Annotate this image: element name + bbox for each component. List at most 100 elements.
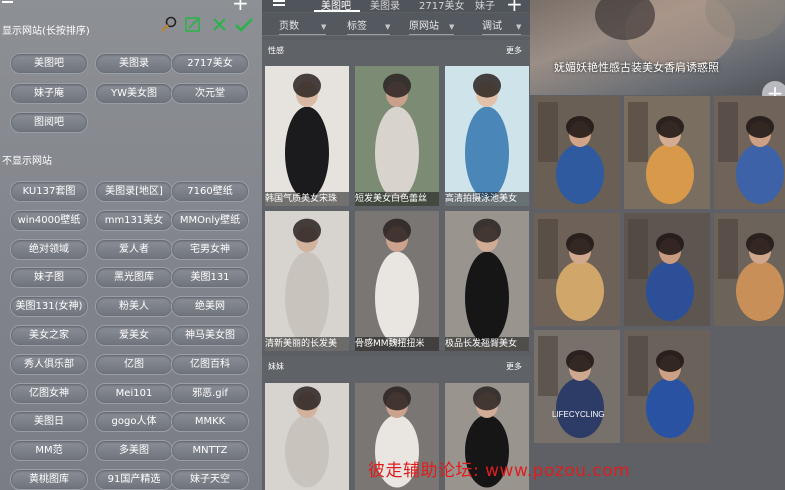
cover-photo: 妩媚妖艳性感古装美女香肩诱惑照	[530, 0, 785, 95]
photo-image	[534, 96, 620, 209]
site-button[interactable]: 绝对领域	[10, 238, 88, 260]
gallery-photo[interactable]	[714, 213, 785, 326]
thumbnail-image	[445, 66, 529, 206]
hidden-sites-title: 不显示网站	[2, 156, 52, 167]
photo-image	[534, 213, 620, 326]
filter-tag[interactable]: 标签 ▼	[347, 17, 391, 35]
site-button[interactable]: 美图日	[10, 411, 88, 433]
photo-image	[714, 213, 785, 326]
site-button[interactable]: gogo人体	[95, 411, 173, 433]
site-button[interactable]: YW美女图	[95, 83, 173, 104]
site-button[interactable]: 次元堂	[171, 83, 249, 104]
gallery-photo[interactable]: LIFECYCLING	[534, 330, 620, 443]
site-button[interactable]: 爱美女	[95, 325, 173, 346]
tab-meizi[interactable]: 妹子	[475, 0, 495, 12]
more-link[interactable]: 更多	[506, 361, 522, 372]
thumbnail-caption: 清新美丽的长发美	[265, 337, 349, 351]
card-title: 性感	[268, 46, 284, 55]
dropdown-icon: ▼	[449, 23, 455, 31]
site-button[interactable]: 亿图	[95, 353, 173, 375]
gallery-photo[interactable]	[534, 213, 620, 326]
site-button[interactable]: 妹子庵	[10, 83, 88, 104]
site-button[interactable]: MMKK	[171, 411, 249, 433]
site-button[interactable]: 2717美女	[171, 53, 249, 74]
gallery-photo[interactable]	[534, 96, 620, 209]
thumbnail-caption: 极品长发翘臀美女	[445, 337, 529, 351]
site-button[interactable]: 黑光图库	[95, 267, 173, 289]
gallery-detail-panel: 妩媚妖艳性感古装美女香肩诱惑照 + LIFECYCLING	[530, 0, 785, 490]
tab-meitulu[interactable]: 美图录	[370, 0, 400, 12]
filter-page[interactable]: 页数 ▼	[279, 17, 327, 35]
site-button[interactable]: 7160壁纸	[171, 181, 249, 202]
watermark: 彼走辅助论坛: www.pozou.com	[368, 461, 631, 481]
site-button[interactable]: KU137套图	[10, 181, 88, 202]
more-link[interactable]: 更多	[506, 45, 522, 56]
gallery-thumbnail[interactable]: 清新美丽的长发美	[265, 211, 349, 351]
site-button[interactable]: MM范	[10, 440, 88, 462]
gallery-photo[interactable]	[624, 213, 710, 326]
site-button[interactable]: 91国产精选	[95, 469, 173, 490]
site-button[interactable]: 妹子天空	[171, 469, 249, 490]
site-button[interactable]: 多美图	[95, 440, 173, 462]
tab-bar: 美图吧 美图录 2717美女 妹子 +	[262, 0, 530, 16]
site-button[interactable]: MNTTZ	[171, 440, 249, 462]
plus-icon[interactable]: +	[232, 0, 249, 15]
gallery-thumbnail[interactable]	[265, 383, 349, 490]
gallery-thumbnail[interactable]: 短发美女白色蕾丝	[355, 66, 439, 206]
site-button[interactable]: 美女之家	[10, 325, 88, 346]
photo-image	[624, 96, 710, 209]
site-button[interactable]: 粉美人	[95, 296, 173, 318]
site-button[interactable]: MMOnly壁纸	[171, 209, 249, 231]
site-button[interactable]: Mei101	[95, 382, 173, 404]
site-button[interactable]: 亿图女神	[10, 382, 88, 404]
close-icon[interactable]	[212, 16, 228, 34]
check-icon[interactable]	[234, 16, 254, 34]
gallery-title: 妩媚妖艳性感古装美女香肩诱惑照	[554, 61, 719, 74]
site-button[interactable]: win4000壁纸	[10, 209, 88, 231]
site-button[interactable]: 美图131(女神)	[10, 296, 88, 318]
photo-image	[534, 330, 620, 443]
hamburger-icon[interactable]	[2, 0, 13, 5]
thumbnail-image	[265, 383, 349, 490]
gallery-photo[interactable]	[624, 96, 710, 209]
site-button[interactable]: 秀人俱乐部	[10, 353, 88, 375]
thumbnail-image	[445, 211, 529, 351]
gallery-thumbnail[interactable]: 韩国气质美女宋珠	[265, 66, 349, 206]
photo-text: LIFECYCLING	[552, 410, 605, 419]
gallery-thumbnail[interactable]: 极品长发翘臀美女	[445, 211, 529, 351]
site-button[interactable]: 美图录[地区]	[95, 181, 173, 202]
photo-image	[714, 96, 785, 209]
site-button[interactable]: 美图录	[95, 53, 173, 74]
filter-debug[interactable]: 调试 ▼	[482, 17, 522, 35]
gallery-thumbnail[interactable]: 高清拍摄泳池美女	[445, 66, 529, 206]
cover-figure	[595, 0, 785, 70]
site-button[interactable]: 黄桃图库	[10, 469, 88, 490]
site-button[interactable]: 邪恶.gif	[171, 382, 249, 404]
filter-bar: 页数 ▼ 标签 ▼ 原网站 ▼ 调试 ▼	[262, 13, 530, 36]
tab-2717[interactable]: 2717美女	[419, 0, 464, 12]
gallery-thumbnail[interactable]: 骨感MM魏扭扭米	[355, 211, 439, 351]
active-tab-indicator	[314, 10, 360, 12]
site-button[interactable]: 亿图百科	[171, 353, 249, 375]
thumbnail-caption: 高清拍摄泳池美女	[445, 192, 529, 206]
site-button[interactable]: 绝美网	[171, 296, 249, 318]
filter-source-site[interactable]: 原网站 ▼	[409, 17, 455, 35]
site-button[interactable]: mm131美女	[95, 209, 173, 231]
edit-icon[interactable]	[184, 16, 202, 34]
gallery-photo[interactable]	[624, 330, 710, 443]
thumbnail-image	[355, 66, 439, 206]
site-button[interactable]: 美图吧	[10, 53, 88, 74]
photo-image	[624, 213, 710, 326]
site-button[interactable]: 爱人者	[95, 238, 173, 260]
magnifier-icon[interactable]	[160, 16, 178, 34]
hamburger-icon[interactable]	[273, 0, 285, 7]
gallery-photo[interactable]	[714, 96, 785, 209]
thumbnail-caption: 骨感MM魏扭扭米	[355, 337, 439, 351]
dropdown-icon: ▼	[321, 23, 327, 31]
site-button[interactable]: 图阅吧	[10, 112, 88, 133]
site-button[interactable]: 神马美女图	[171, 325, 249, 346]
site-button[interactable]: 宅男女神	[171, 238, 249, 260]
site-button[interactable]: 妹子图	[10, 267, 88, 289]
gallery-list-panel: 美图吧 美图录 2717美女 妹子 + 页数 ▼ 标签 ▼ 原网站 ▼ 调试 ▼ 性感 …	[262, 0, 530, 490]
site-button[interactable]: 美图131	[171, 267, 249, 289]
